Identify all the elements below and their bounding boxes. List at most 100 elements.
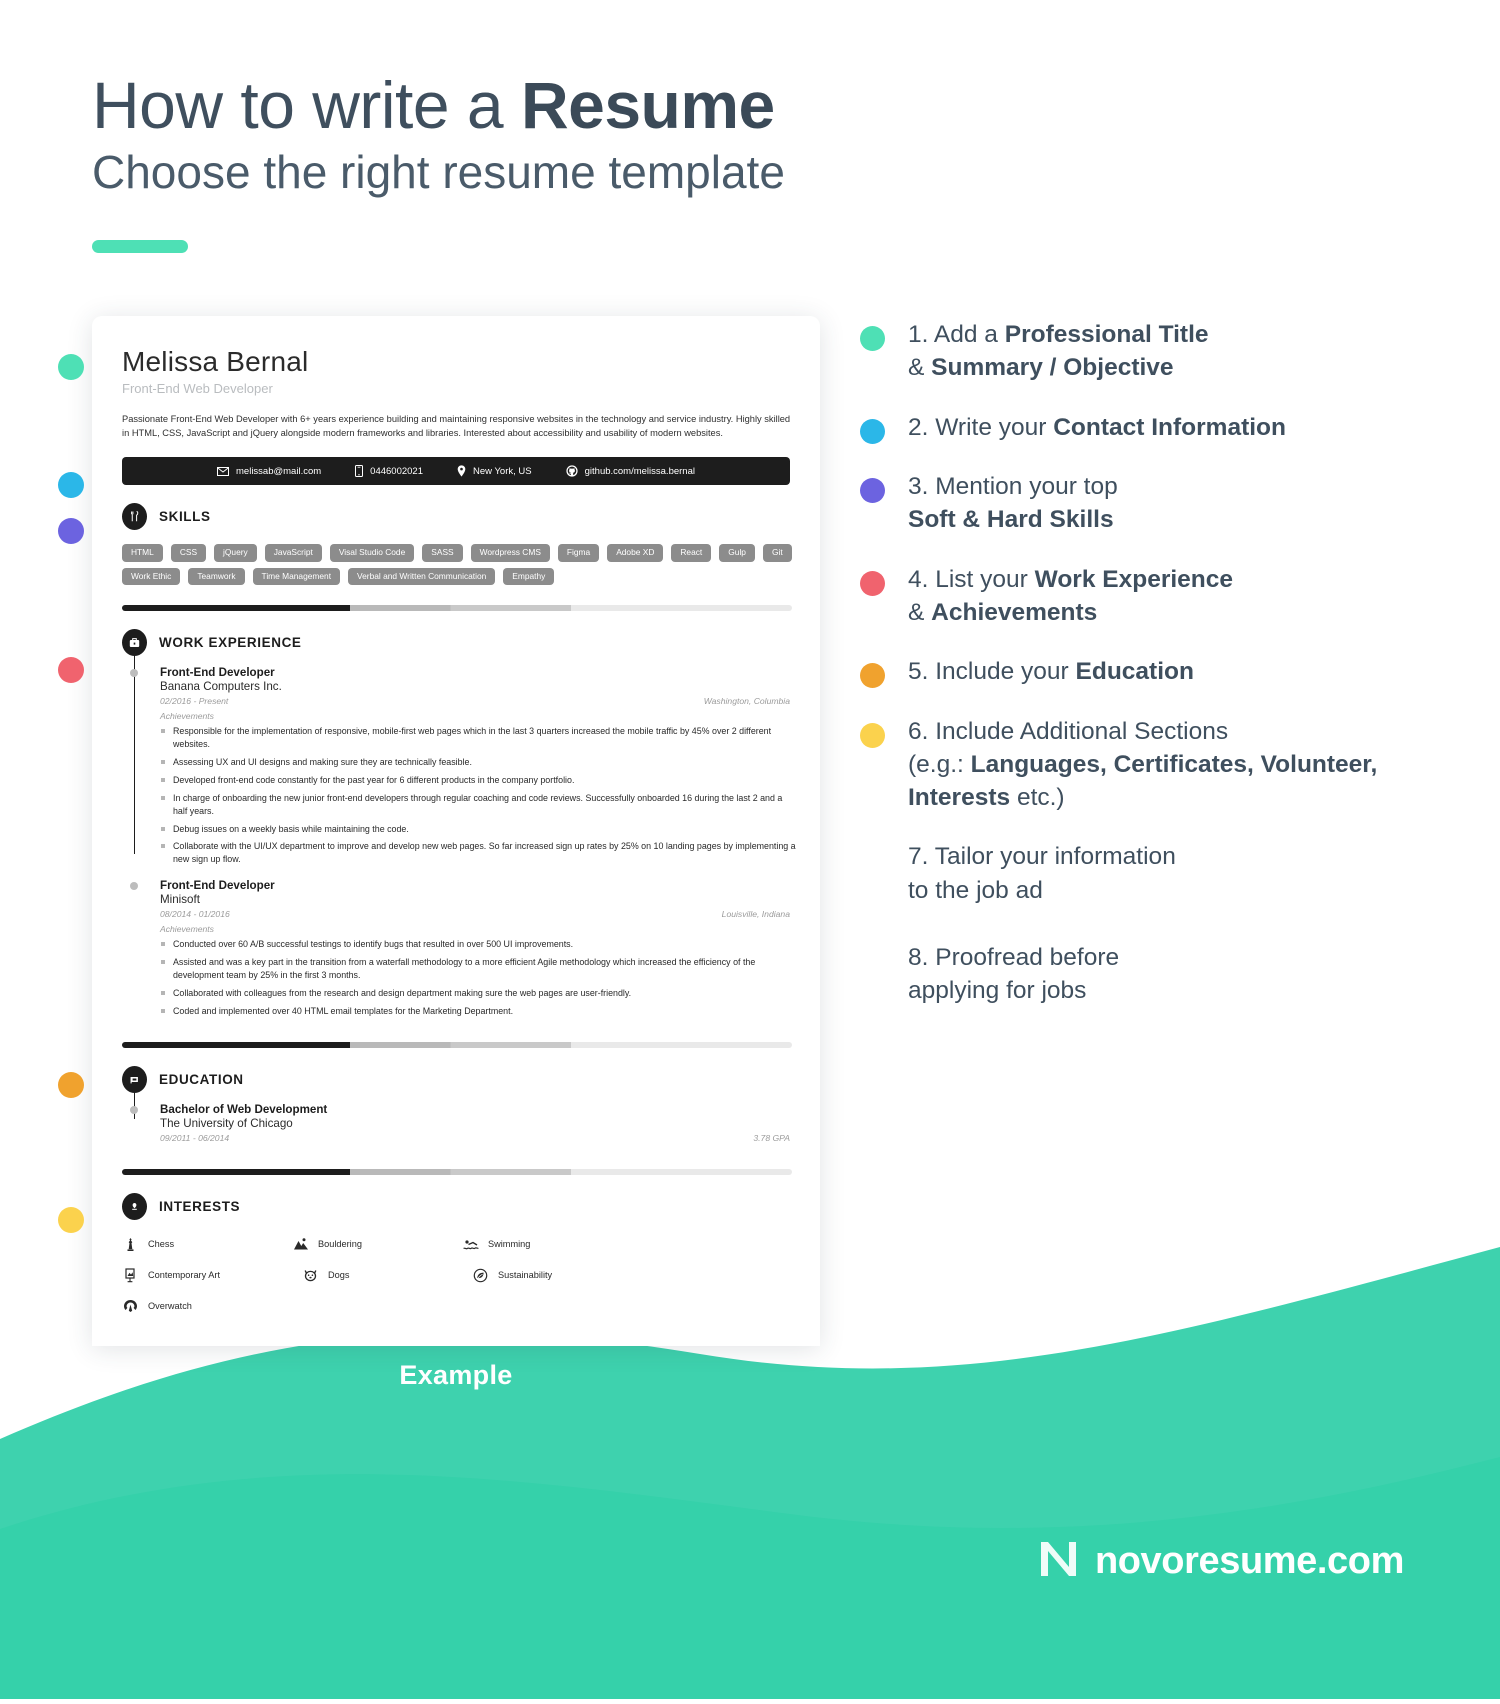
skill-tag[interactable]: Work Ethic — [122, 567, 181, 586]
contact-phone-text: 0446002021 — [370, 465, 423, 477]
skill-tag[interactable]: Gulp — [719, 544, 755, 562]
step-item-8: 8. Proofread before applying for jobs — [860, 941, 1440, 1008]
interest-item: Bouldering — [292, 1236, 462, 1253]
resume-job-title: Front-End Web Developer — [122, 381, 273, 396]
work-bullet: Collaborate with the UI/UX department to… — [160, 840, 796, 866]
interest-label: Swimming — [488, 1239, 531, 1250]
brand-footer: novoresume.com — [1035, 1536, 1404, 1587]
skills-badge-icon — [122, 503, 147, 531]
bouldering-icon — [292, 1236, 309, 1253]
skill-tag[interactable]: Teamwork — [188, 567, 245, 586]
work-entry: Front-End Developer Banana Computers Inc… — [130, 666, 796, 866]
skill-tag[interactable]: CSS — [170, 544, 207, 562]
work-bullet: Coded and implemented over 40 HTML email… — [160, 1005, 796, 1018]
phone-icon — [355, 465, 364, 478]
contact-location[interactable]: New York, US — [457, 465, 532, 477]
marker-dot-interests — [58, 1207, 84, 1233]
skill-tag[interactable]: Adobe XD — [607, 544, 664, 562]
section-header-skills: SKILLS — [122, 503, 790, 531]
skill-tag[interactable]: Wordpress CMS — [470, 544, 550, 562]
step-text: 3. Mention your top Soft & Hard Skills — [908, 472, 1118, 534]
interest-label: Contemporary Art — [148, 1270, 220, 1281]
step-dot — [860, 722, 885, 748]
education-gpa: 3.78 GPA — [753, 1132, 790, 1143]
work-entry-date: 02/2016 - Present — [160, 696, 229, 707]
marker-dot-work — [58, 657, 84, 683]
resume-preview-card[interactable]: Melissa Bernal Front-End Web Developer P… — [92, 316, 820, 1346]
skill-tag[interactable]: HTML — [122, 544, 163, 562]
brand-name: novoresume.com — [1094, 1540, 1404, 1582]
dog-icon — [302, 1267, 319, 1284]
skill-tag[interactable]: jQuery — [214, 544, 257, 562]
art-icon — [122, 1267, 139, 1284]
interest-item: Contemporary Art — [122, 1267, 302, 1284]
interest-item: Chess — [122, 1236, 292, 1253]
timeline-line — [134, 1090, 136, 1119]
marker-dot-contact — [58, 472, 84, 498]
contact-github-text: github.com/melissa.bernal — [584, 465, 695, 477]
step-text: 7. Tailor your information to the job ad — [908, 843, 1176, 904]
work-entry-location: Washington, Columbia — [703, 696, 790, 707]
education-timeline: Bachelor of Web Development The Universi… — [130, 1090, 790, 1143]
work-entry-meta: 02/2016 - Present Washington, Columbia — [160, 696, 790, 706]
page-header: How to write a Resume Choose the right r… — [92, 69, 785, 253]
work-bullet: Debug issues on a weekly basis while mai… — [160, 823, 796, 836]
skill-tag[interactable]: Visal Studio Code — [329, 544, 415, 562]
timeline-bullet — [130, 669, 138, 678]
accent-bar — [92, 239, 188, 253]
work-entry-company: Banana Computers Inc. — [160, 680, 282, 694]
work-bullet: In charge of onboarding the new junior f… — [160, 792, 796, 818]
step-text: 4. List your Work Experience & Achieveme… — [908, 565, 1233, 626]
contact-phone[interactable]: 0446002021 — [355, 465, 423, 478]
briefcase-badge-icon — [122, 629, 147, 657]
interest-item: Sustainability — [472, 1267, 642, 1284]
skill-tag[interactable]: Figma — [557, 544, 600, 562]
novoresume-n-logo — [1035, 1536, 1081, 1587]
envelope-icon — [217, 466, 230, 476]
work-entry-date: 08/2014 - 01/2016 — [160, 909, 230, 920]
interest-item: Overwatch — [122, 1298, 292, 1315]
skill-tag[interactable]: Time Management — [252, 567, 341, 586]
resume-marker-dots — [58, 310, 98, 1310]
section-divider — [122, 1168, 792, 1175]
work-entry-title: Front-End Developer — [160, 879, 275, 893]
step-item-5: 5. Include your Education — [860, 655, 1440, 689]
work-bullet: Responsible for the implementation of re… — [160, 725, 796, 751]
skill-tag[interactable]: React — [671, 544, 712, 562]
swimming-icon — [462, 1236, 479, 1253]
skill-tag[interactable]: Verbal and Written Communication — [348, 567, 496, 586]
skill-tag[interactable]: Empathy — [503, 567, 555, 586]
interest-item: Swimming — [462, 1236, 632, 1253]
interests-list: Chess Bouldering Swimming Contemporary A… — [122, 1236, 802, 1329]
github-icon — [566, 465, 578, 477]
contact-email[interactable]: melissab@mail.com — [217, 466, 321, 477]
interest-label: Chess — [148, 1239, 175, 1250]
timeline-bullet — [130, 1105, 138, 1114]
step-text: 1. Add a Professional Title & Summary / … — [908, 321, 1209, 382]
section-divider — [122, 1041, 792, 1048]
step-item-7: 7. Tailor your information to the job ad — [860, 840, 1440, 907]
skill-tag[interactable]: JavaScript — [264, 544, 322, 562]
resume-summary: Passionate Front-End Web Developer with … — [122, 414, 791, 439]
work-bullet: Conducted over 60 A/B successful testing… — [160, 938, 796, 951]
marker-dot-skills — [58, 518, 84, 544]
skill-tag[interactable]: Git — [762, 544, 792, 562]
skills-title: SKILLS — [159, 509, 211, 525]
step-dot — [860, 477, 885, 503]
interests-badge-icon — [122, 1192, 147, 1220]
overwatch-icon — [122, 1298, 139, 1315]
contact-github[interactable]: github.com/melissa.bernal — [566, 465, 695, 477]
timeline-line — [134, 654, 136, 855]
step-item-1: 1. Add a Professional Title & Summary / … — [860, 318, 1440, 385]
interest-item: Dogs — [302, 1267, 472, 1284]
interest-label: Sustainability — [498, 1270, 553, 1281]
skills-tag-list: HTML CSS jQuery JavaScript Visal Studio … — [122, 544, 794, 586]
work-bullet: Developed front-end code constantly for … — [160, 774, 796, 787]
chess-icon — [122, 1236, 139, 1253]
work-bullet: Assessing UX and UI designs and making s… — [160, 756, 796, 769]
skill-tag[interactable]: SASS — [422, 544, 463, 562]
education-school: The University of Chicago — [160, 1116, 293, 1130]
step-item-6: 6. Include Additional Sections (e.g.: La… — [860, 715, 1440, 815]
step-text: 2. Write your Contact Information — [908, 413, 1286, 441]
work-entry-location: Louisville, Indiana — [721, 909, 790, 920]
